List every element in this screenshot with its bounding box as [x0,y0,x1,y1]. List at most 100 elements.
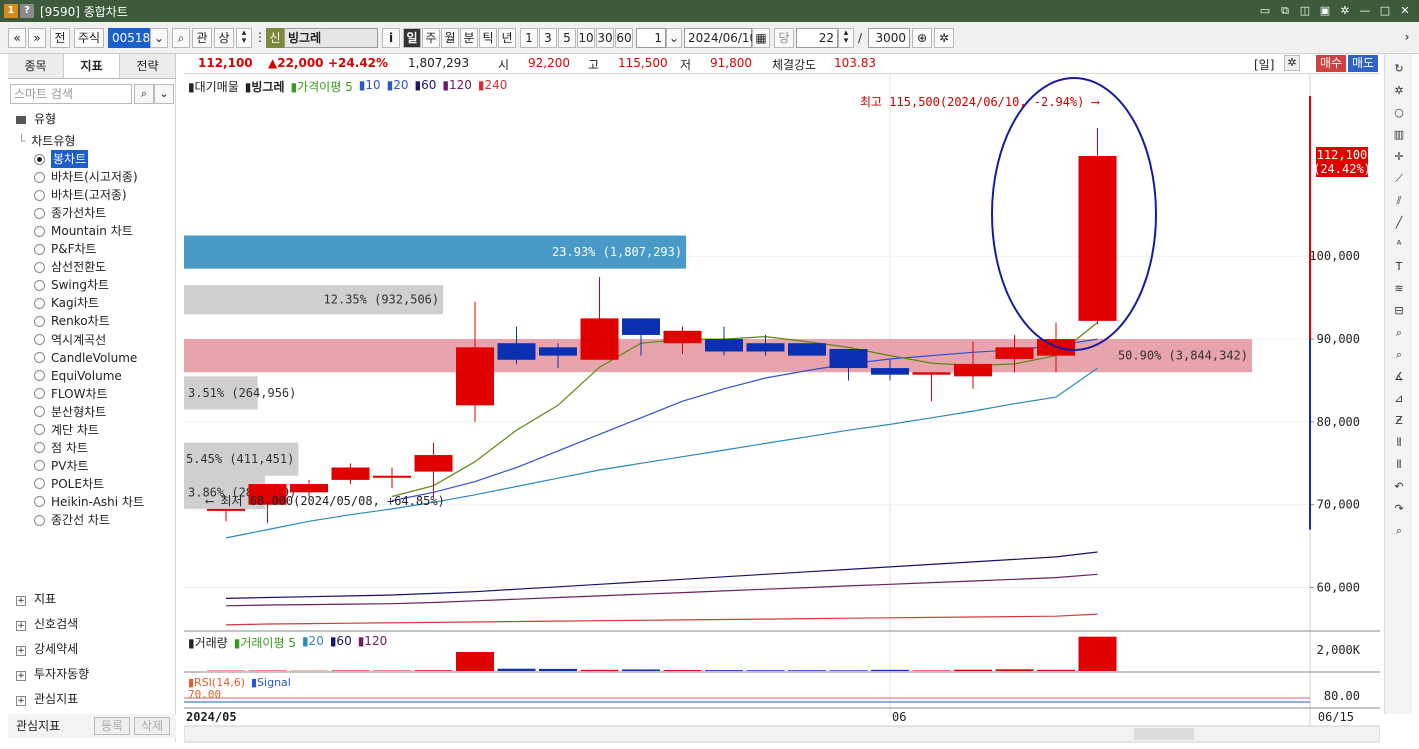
radio-icon[interactable] [34,207,45,219]
candle-body[interactable] [580,318,619,360]
volume-bar[interactable] [1078,636,1117,671]
register-button[interactable]: 등록 [94,717,130,735]
prev-stock-button[interactable]: « [8,28,26,48]
radio-icon[interactable] [34,406,45,418]
rsi-legend-item[interactable]: ▮Signal [251,676,291,689]
volume-bar[interactable] [456,652,494,671]
tab-stock[interactable]: 종목 [8,54,64,78]
chart-type-item[interactable]: 바차트(고저종) [34,186,127,204]
period-button-1[interactable]: 주 [422,28,440,48]
volume-bar[interactable] [497,668,536,671]
radio-icon[interactable] [34,460,45,472]
chart-type-item[interactable]: 종간선 차트 [34,511,110,529]
chart-type-item[interactable]: Renko차트 [34,312,110,330]
radio-icon[interactable] [34,370,45,382]
candle-body[interactable] [373,475,411,478]
legend-item[interactable]: ▮10 [359,78,381,95]
period-button-3[interactable]: 분 [460,28,478,48]
volume-bar[interactable] [331,670,370,671]
expand-icon[interactable]: + [16,671,26,681]
settings-icon[interactable]: ✲ [1390,82,1408,100]
legend-item[interactable]: ▮빙그레 [245,78,285,95]
volume-legend-item[interactable]: ▮60 [330,634,352,651]
radio-icon[interactable] [34,171,45,183]
section-3[interactable]: + 투자자동향 [8,662,176,686]
section-4[interactable]: + 관심지표 [8,687,176,711]
volume-legend-item[interactable]: ▮거래이평 5 [234,634,296,651]
interval-button-5[interactable]: 5 [558,28,576,48]
volume-bar[interactable] [663,670,702,671]
minimize-icon[interactable]: — [1357,3,1373,19]
volume-legend-item[interactable]: ▮120 [358,634,388,651]
chart-type-item[interactable]: P&F차트 [34,240,97,258]
expand-icon[interactable]: + [16,646,26,656]
chart-area[interactable]: 23.93% (1,807,293) 12.35% (932,506) 50.90%… [184,74,1380,743]
candle-body[interactable] [456,347,494,406]
chart-type-item[interactable]: PV차트 [34,457,89,475]
smart-search-input[interactable]: 스마트 검색 [10,84,132,104]
volume-bar[interactable] [705,670,743,671]
chart-type-item[interactable]: Swing차트 [34,276,109,294]
volume-bar[interactable] [539,668,577,671]
legend-item[interactable]: ▮60 [414,78,436,95]
chart-type-item[interactable]: 봉차트 [34,150,89,168]
text-icon[interactable]: T [1390,258,1408,276]
candle-body[interactable] [829,349,868,369]
volume-bar[interactable] [580,669,619,671]
gwan-button[interactable]: 관 [192,28,212,48]
fib-icon[interactable]: ≋ [1390,280,1408,298]
volume-bar[interactable] [829,670,868,671]
chart-type-item[interactable]: Kagi차트 [34,294,99,312]
radio-icon[interactable] [34,261,45,273]
line-icon[interactable]: ╱ [1390,214,1408,232]
volume-bar[interactable] [414,670,453,671]
radio-icon[interactable] [34,496,45,508]
candle-body[interactable] [622,318,660,335]
count-spin-icon[interactable]: ▴ ▾ [838,28,854,48]
candle-body[interactable] [954,363,992,377]
market-select[interactable]: 주식 [74,28,104,48]
section-0[interactable]: + 지표 [8,587,176,611]
volume-bar[interactable] [912,670,951,671]
search-icon[interactable]: ⌕ [1390,522,1408,540]
refresh-icon[interactable]: ↻ [1390,60,1408,78]
expand-icon[interactable]: + [16,621,26,631]
candle-body[interactable] [746,343,785,352]
candle-body[interactable] [995,347,1034,359]
legend-item[interactable]: ▮대기매물 [188,78,239,95]
legend-item[interactable]: ▮240 [478,78,508,95]
candle-body[interactable] [497,343,536,360]
volume-bar[interactable] [954,669,992,671]
code-dropdown-icon[interactable]: ⌄ [150,28,168,48]
radio-icon[interactable] [34,352,45,364]
circle-icon[interactable]: ○ [1390,104,1408,122]
radio-icon[interactable] [34,315,45,327]
trendline-icon[interactable]: ⟋ [1390,170,1408,188]
restore-icon[interactable]: ▭ [1257,3,1273,19]
zoom-out-icon[interactable]: ⌕ [1390,346,1408,364]
calendar-icon[interactable]: ▦ [752,28,770,48]
chart-type-group[interactable]: └ 차트유형 [8,131,176,151]
period-button-4[interactable]: 틱 [479,28,497,48]
chart-type-item[interactable]: 역시계곡선 [34,331,106,349]
radio-icon[interactable] [34,334,45,345]
radio-icon[interactable] [34,478,45,490]
redo-icon[interactable]: ↷ [1390,500,1408,518]
radio-icon[interactable] [34,225,45,237]
radio-icon[interactable] [34,442,45,454]
radio-icon[interactable] [34,279,45,291]
tree-root[interactable]: 유형 [8,109,176,129]
interval-button-60[interactable]: 60 [615,28,633,48]
chart-type-item[interactable]: 점 차트 [34,439,88,457]
radio-icon[interactable] [34,297,45,309]
volume-bar[interactable] [871,669,909,671]
jeon-button[interactable]: 전 [50,28,70,48]
radio-icon[interactable] [34,189,45,201]
volume-bar[interactable] [1037,669,1075,671]
date-input[interactable]: 2024/06/10 [684,28,757,48]
channel-icon[interactable]: ⫽ [1390,192,1408,210]
candle-body[interactable] [912,372,951,375]
chart-type-item[interactable]: CandleVolume [34,349,137,367]
angle-icon[interactable]: ∡ [1390,368,1408,386]
chart-type-item[interactable]: 바차트(시고저종) [34,168,138,186]
